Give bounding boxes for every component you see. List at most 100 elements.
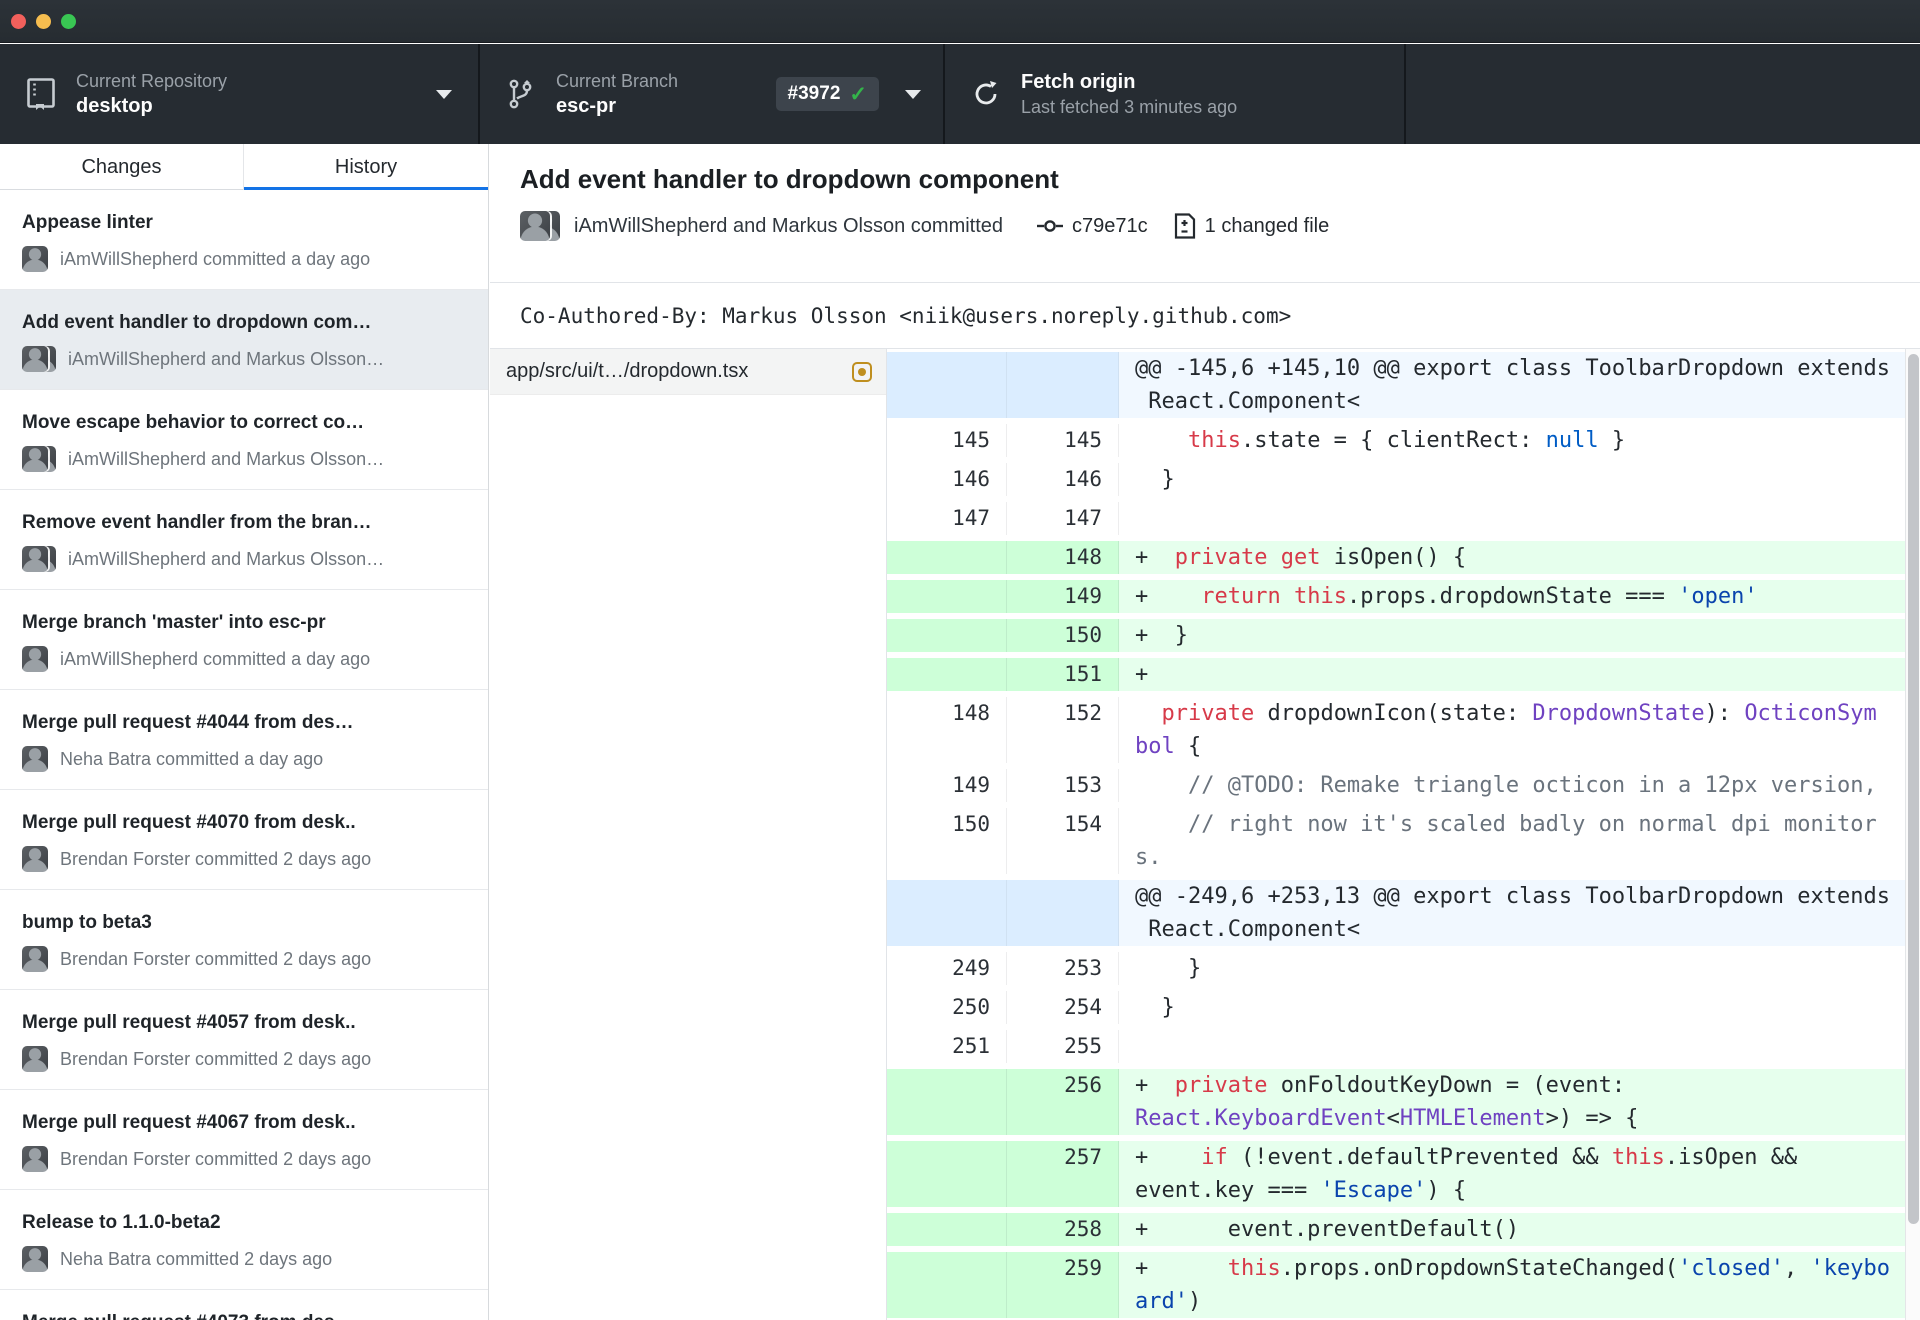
diff-new-line-number: 154	[1007, 808, 1119, 874]
avatar	[22, 346, 48, 372]
commit-list-item[interactable]: Merge pull request #4057 from desk.. Bre…	[0, 990, 488, 1090]
diff-code-line	[1119, 502, 1920, 535]
diff-zone: app/src/ui/t…/dropdown.tsx @@ -145,6 +14…	[490, 349, 1920, 1320]
commit-summary: Add event handler to dropdown component …	[490, 144, 1920, 283]
commit-history-list: Appease linter iAmWillShepherd committed…	[0, 190, 488, 1320]
commit-list-item[interactable]: Merge pull request #4067 from desk.. Bre…	[0, 1090, 488, 1190]
diff-code-line: @@ -145,6 +145,10 @@ export class Toolba…	[1119, 352, 1920, 418]
diff-old-line-number: 147	[887, 502, 1007, 535]
diff-new-line-number: 253	[1007, 952, 1119, 985]
diff-new-line-number	[1007, 352, 1119, 418]
avatar	[22, 1046, 48, 1072]
tab-history[interactable]: History	[244, 144, 488, 191]
commit-list-item[interactable]: Move escape behavior to correct co… iAmW…	[0, 390, 488, 490]
commit-avatar	[22, 846, 48, 872]
changed-file-icon	[1174, 213, 1195, 239]
file-list-item[interactable]: app/src/ui/t…/dropdown.tsx	[490, 349, 886, 395]
diff-code-line: private dropdownIcon(state: DropdownStat…	[1135, 701, 1877, 759]
diff-old-line-number: 249	[887, 952, 1007, 985]
pr-status-badge: #3972 ✓	[775, 77, 879, 111]
zoom-window-button[interactable]	[61, 14, 76, 29]
close-window-button[interactable]	[11, 14, 26, 29]
commit-list-item[interactable]: bump to beta3 Brendan Forster committed …	[0, 890, 488, 990]
diff-row: 149 153 // @TODO: Remake triangle octico…	[887, 766, 1920, 805]
commit-title: Merge pull request #4067 from desk..	[22, 1112, 356, 1133]
changed-files-list: app/src/ui/t…/dropdown.tsx	[490, 349, 886, 1320]
diff-code-line	[1119, 1030, 1920, 1063]
commit-list-item[interactable]: Remove event handler from the bran… iAmW…	[0, 490, 488, 590]
diff-old-line-number	[887, 619, 1007, 652]
commit-icon	[1037, 220, 1064, 232]
diff-row: @@ -145,6 +145,10 @@ export class Toolba…	[887, 349, 1920, 421]
titlebar	[0, 0, 1920, 43]
diff-row: 259 + this.props.onDropdownStateChanged(…	[887, 1249, 1920, 1320]
diff-old-line-number: 150	[887, 808, 1007, 874]
avatar	[22, 646, 48, 672]
current-branch-label: Current Branch	[556, 71, 679, 91]
avatar	[22, 746, 48, 772]
diff-old-line-number: 145	[887, 424, 1007, 457]
avatar	[22, 546, 48, 572]
current-repository-button[interactable]: Current Repository desktop	[0, 44, 480, 144]
commit-avatar	[22, 946, 48, 972]
commit-meta: iAmWillShepherd and Markus Olsson…	[68, 548, 385, 569]
chevron-down-icon	[436, 90, 452, 99]
commit-list-item[interactable]: Appease linter iAmWillShepherd committed…	[0, 190, 488, 290]
diff-new-line-number: 151	[1007, 658, 1119, 691]
commit-title: Merge pull request #4070 from desk..	[22, 812, 356, 833]
chevron-down-icon	[905, 90, 921, 99]
commit-meta: iAmWillShepherd and Markus Olsson…	[68, 448, 385, 469]
diff-code-line: +	[1119, 658, 1920, 691]
diff-old-line-number	[887, 580, 1007, 613]
commit-meta: iAmWillShepherd committed a day ago	[60, 648, 371, 669]
scrollbar-thumb[interactable]	[1908, 354, 1919, 1224]
commit-list-item[interactable]: Merge pull request #4044 from des… Neha …	[0, 690, 488, 790]
diff-old-line-number	[887, 880, 1007, 946]
diff-rows: @@ -145,6 +145,10 @@ export class Toolba…	[887, 349, 1920, 1320]
diff-row: 257 + if (!event.defaultPrevented && thi…	[887, 1138, 1920, 1210]
diff-new-line-number: 150	[1007, 619, 1119, 652]
diff-new-line-number: 149	[1007, 580, 1119, 613]
commit-authors-avatar	[520, 211, 560, 241]
diff-row: 151 +	[887, 655, 1920, 694]
commit-list-item[interactable]: Merge pull request #4070 from desk.. Bre…	[0, 790, 488, 890]
diff-row: 256 + private onFoldoutKeyDown = (event:…	[887, 1066, 1920, 1138]
commit-sha[interactable]: c79e71c	[1072, 215, 1148, 238]
commit-title: Merge pull request #4057 from desk..	[22, 1012, 356, 1033]
commit-title: Appease linter	[22, 212, 153, 233]
diff-row: 145 145 this.state = { clientRect: null …	[887, 421, 1920, 460]
diff-code-line: + private onFoldoutKeyDown = (event: Rea…	[1119, 1069, 1920, 1135]
commit-list-item[interactable]: Merge branch 'master' into esc-pr iAmWil…	[0, 590, 488, 690]
current-repository-name: desktop	[76, 95, 153, 117]
current-branch-button[interactable]: Current Branch esc-pr #3972 ✓	[480, 44, 945, 144]
tab-changes[interactable]: Changes	[0, 144, 244, 190]
file-path: app/src/ui/t…/dropdown.tsx	[506, 360, 749, 382]
commit-list-item[interactable]: Release to 1.1.0-beta2 Neha Batra commit…	[0, 1190, 488, 1290]
diff-old-line-number	[887, 1252, 1007, 1318]
diff-new-line-number: 145	[1007, 424, 1119, 457]
diff-code-line: + event.preventDefault()	[1119, 1213, 1920, 1246]
commit-list-item[interactable]: Merge pull request #4073 from des…	[0, 1290, 488, 1320]
commit-title: Merge pull request #4073 from des…	[22, 1312, 468, 1320]
commit-meta: Brendan Forster committed 2 days ago	[60, 1148, 372, 1169]
commit-title: bump to beta3	[22, 912, 152, 933]
diff-old-line-number	[887, 541, 1007, 574]
fetch-origin-title: Fetch origin	[1021, 71, 1136, 93]
minimize-window-button[interactable]	[36, 14, 51, 29]
commit-list-item[interactable]: Add event handler to dropdown com… iAmWi…	[0, 290, 488, 390]
diff-row: 250 254 }	[887, 988, 1920, 1027]
commit-avatar	[22, 1146, 48, 1172]
diff-old-line-number: 251	[887, 1030, 1007, 1063]
diff-row: 148 152 private dropdownIcon(state: Drop…	[887, 694, 1920, 766]
commit-meta: iAmWillShepherd committed a day ago	[60, 248, 371, 269]
commit-meta: iAmWillShepherd and Markus Olsson…	[68, 348, 385, 369]
diff-old-line-number	[887, 1213, 1007, 1246]
fetch-origin-button[interactable]: Fetch origin Last fetched 3 minutes ago	[945, 44, 1406, 144]
app-window: Current Repository desktop Current Branc…	[0, 0, 1920, 1320]
diff-new-line-number: 259	[1007, 1252, 1119, 1318]
diff-code-line: // right now it's scaled badly on normal…	[1135, 812, 1877, 870]
diff-code-line: + this.props.onDropdownStateChanged('clo…	[1119, 1252, 1920, 1318]
changed-files-count: 1 changed file	[1204, 214, 1330, 237]
diff-old-line-number: 146	[887, 463, 1007, 496]
